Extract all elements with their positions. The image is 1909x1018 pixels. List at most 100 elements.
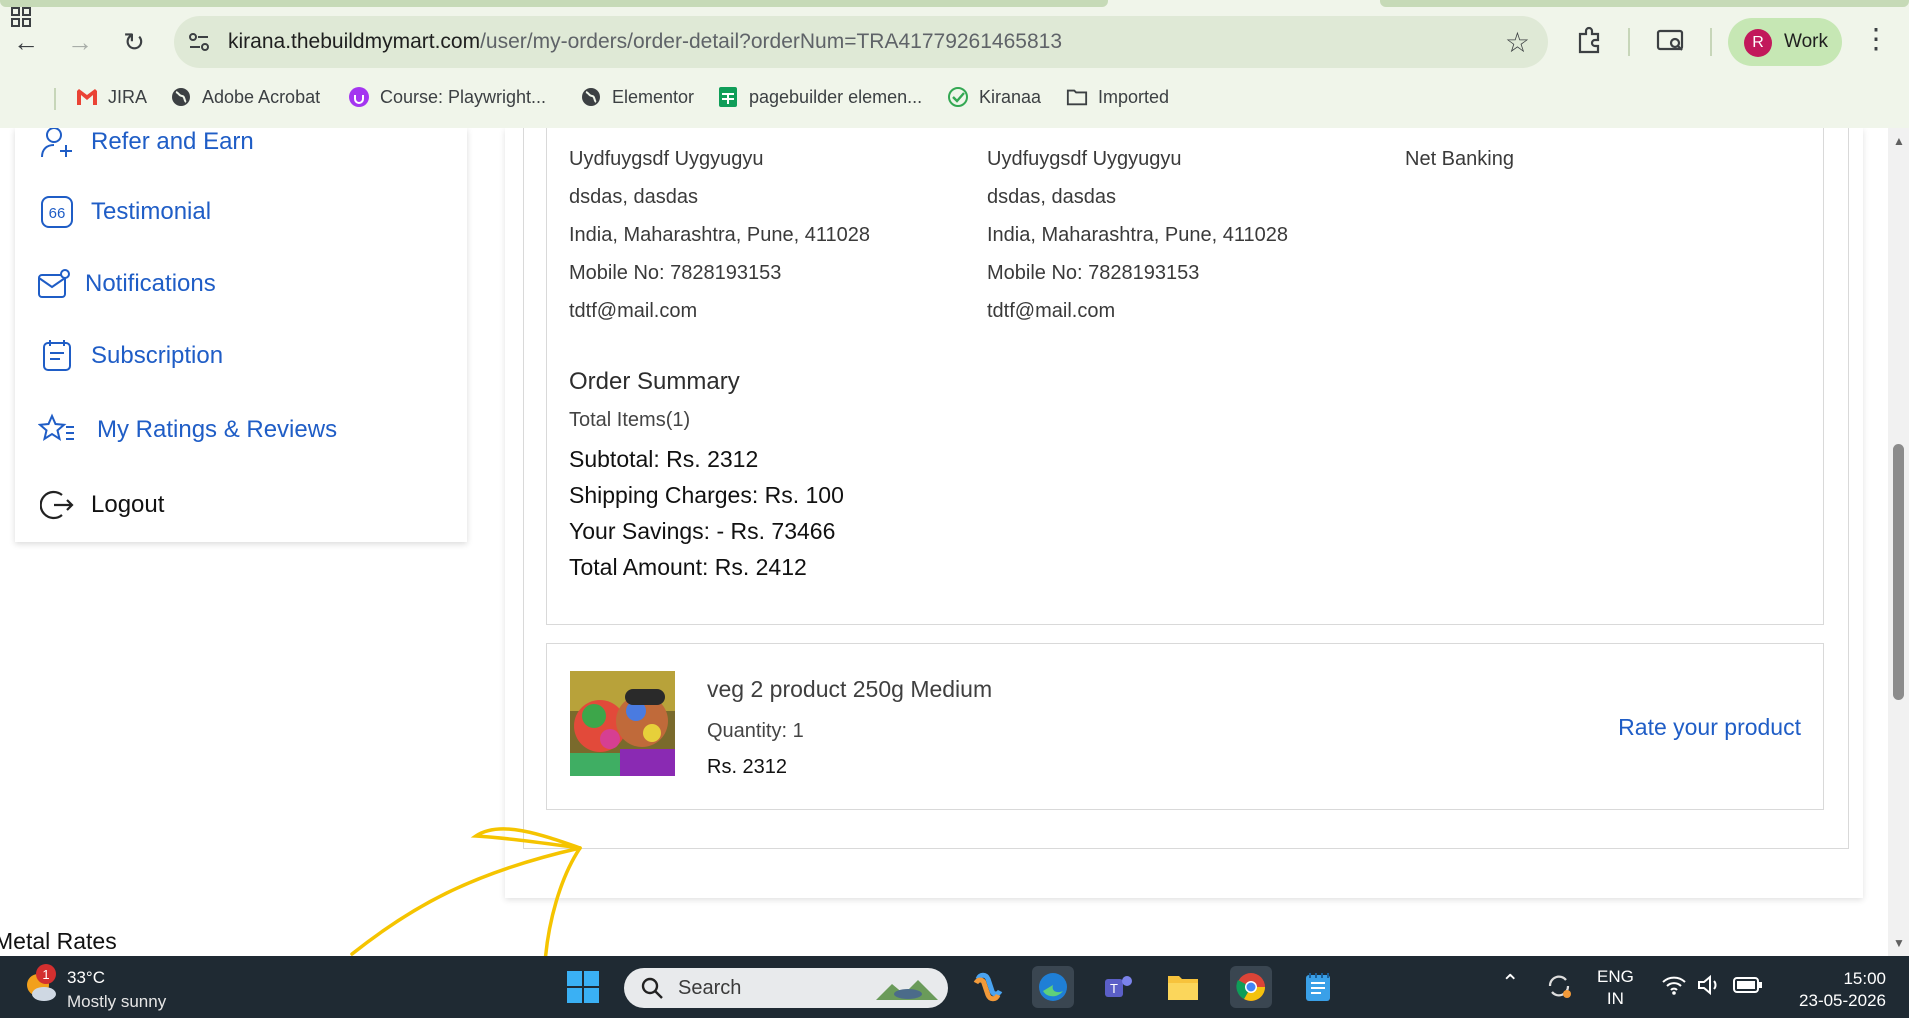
bookmark-label: Course: Playwright...: [380, 86, 547, 107]
search-icon: [641, 977, 663, 999]
product-name[interactable]: veg 2 product 250g Medium: [707, 676, 992, 703]
order-total-items: Total Items(1): [569, 409, 691, 431]
billing-line1: dsdas, dasdas: [569, 186, 698, 208]
url-host: kirana.thebuildmymart.com: [228, 30, 481, 53]
url-text[interactable]: kirana.thebuildmymart.com/user/my-orders…: [228, 30, 1062, 54]
edge-app-icon[interactable]: [1032, 966, 1074, 1008]
back-arrow-icon: ←: [13, 26, 39, 57]
shipping-name: Uydfuygsdf Uygyugyu: [987, 148, 1182, 170]
sidebar-item-refer-and-earn[interactable]: Refer and Earn: [37, 128, 254, 162]
input-language[interactable]: ENG IN: [1597, 966, 1634, 1010]
tray-overflow-chevron-icon[interactable]: ⌃: [1501, 970, 1519, 996]
mail-icon: [37, 264, 71, 304]
bookmark-jira[interactable]: JIRA: [76, 86, 147, 108]
sidebar-item-label: My Ratings & Reviews: [97, 416, 338, 443]
browser-chrome: ← → ↻ kirana.thebuildmymart.com/user/my-…: [0, 0, 1909, 128]
taskbar-search[interactable]: Search: [624, 968, 948, 1008]
sidebar-item-logout[interactable]: Logout: [37, 485, 164, 525]
shipping-line2: India, Maharashtra, Pune, 411028: [987, 224, 1288, 246]
order-product-row: veg 2 product 250g Medium Quantity: 1 Rs…: [546, 643, 1824, 810]
weather-temperature[interactable]: 33°C: [67, 968, 105, 988]
rate-product-link[interactable]: Rate your product: [1618, 714, 1801, 741]
bookmark-kiranaa[interactable]: Kiranaa: [947, 86, 1041, 108]
back-button[interactable]: ←: [6, 22, 46, 62]
wifi-icon[interactable]: [1661, 974, 1687, 996]
sidebar-item-subscription[interactable]: Subscription: [37, 336, 223, 376]
check-icon: [947, 86, 969, 108]
bookmark-imported-folder[interactable]: Imported: [1066, 86, 1169, 108]
notepad-app-icon[interactable]: [1297, 966, 1339, 1008]
reload-button[interactable]: ↻: [114, 22, 154, 62]
volume-icon[interactable]: [1697, 974, 1721, 996]
sidebar-item-label: Testimonial: [91, 198, 212, 225]
order-savings: Your Savings: - Rs. 73466: [569, 518, 836, 544]
scroll-down-icon[interactable]: ▼: [1893, 936, 1905, 950]
scroll-up-icon[interactable]: ▲: [1893, 134, 1905, 148]
billing-mobile: Mobile No: 7828193153: [569, 262, 782, 284]
site-settings-icon[interactable]: [186, 29, 212, 55]
reload-icon: ↻: [123, 26, 145, 57]
file-explorer-app-icon[interactable]: [1162, 966, 1204, 1008]
system-clock[interactable]: 15:00 23-05-2026: [1786, 968, 1886, 1012]
shipping-email: tdtf@mail.com: [987, 300, 1116, 322]
globe-icon: [170, 86, 192, 108]
svg-text:66: 66: [49, 205, 66, 222]
teams-app-icon[interactable]: T: [1097, 966, 1139, 1008]
weather-condition[interactable]: Mostly sunny: [67, 992, 166, 1012]
profile-avatar: R: [1744, 29, 1772, 57]
page-scrollbar[interactable]: ▲ ▼: [1888, 128, 1909, 956]
windows-start-icon[interactable]: [566, 970, 600, 1004]
sidebar-item-my-ratings-reviews[interactable]: My Ratings & Reviews: [37, 410, 337, 450]
clock-date: 23-05-2026: [1799, 991, 1886, 1010]
bookmark-label: Imported: [1098, 86, 1170, 107]
browser-menu-icon[interactable]: ⋮: [1862, 22, 1890, 55]
billing-name: Uydfuygsdf Uygyugyu: [569, 148, 764, 170]
subscription-icon: [37, 336, 77, 376]
svg-text:T: T: [1110, 981, 1118, 996]
sidebar-item-testimonial[interactable]: 66 Testimonial: [37, 192, 211, 232]
forward-arrow-icon: →: [67, 26, 93, 57]
star-list-icon: [37, 410, 77, 450]
sidebar-item-notifications[interactable]: Notifications: [37, 264, 216, 304]
bookmark-adobe-acrobat[interactable]: Adobe Acrobat: [170, 86, 320, 108]
sidebar-item-label: Logout: [91, 491, 165, 518]
billing-line2: India, Maharashtra, Pune, 411028: [569, 224, 870, 246]
shipping-address: Uydfuygsdf Uygyugyu dsdas, dasdas India,…: [987, 140, 1288, 330]
page-viewport: Refer and Earn 66 Testimonial Notificati…: [0, 128, 1909, 956]
profile-label: Work: [1784, 31, 1828, 52]
product-quantity: Quantity: 1: [707, 720, 804, 742]
quote-icon: 66: [37, 192, 77, 232]
language-code: ENG: [1597, 967, 1634, 986]
apps-grid-icon[interactable]: [10, 6, 32, 28]
payment-info: Net Banking: [1405, 140, 1514, 178]
profile-button[interactable]: R Work: [1728, 18, 1842, 66]
toolbar-separator: [1710, 28, 1712, 56]
sync-icon[interactable]: [1545, 972, 1573, 1000]
shipping-line1: dsdas, dasdas: [987, 186, 1116, 208]
order-total-amount: Total Amount: Rs. 2412: [569, 554, 807, 580]
bookmark-label: JIRA: [108, 86, 148, 107]
battery-icon[interactable]: [1733, 976, 1763, 994]
region-code: IN: [1606, 989, 1624, 1008]
search-highlight-art: [876, 980, 938, 1000]
order-subtotal: Subtotal: Rs. 2312: [569, 446, 759, 472]
copilot-app-icon[interactable]: [967, 966, 1009, 1008]
chrome-app-icon[interactable]: [1230, 966, 1272, 1008]
account-sidebar: Refer and Earn 66 Testimonial Notificati…: [15, 128, 467, 542]
tab-other-edge[interactable]: [1380, 0, 1909, 7]
scroll-thumb[interactable]: [1893, 444, 1904, 700]
sidebar-item-label: Subscription: [91, 342, 224, 369]
address-bar[interactable]: kirana.thebuildmymart.com/user/my-orders…: [174, 16, 1548, 68]
forward-button[interactable]: →: [60, 22, 100, 62]
bookmark-label: pagebuilder elemen...: [749, 86, 923, 107]
cast-search-icon[interactable]: [1654, 24, 1688, 58]
order-summary-title: Order Summary: [569, 368, 740, 395]
bookmark-star-icon[interactable]: ☆: [1505, 26, 1530, 59]
product-price: Rs. 2312: [707, 756, 788, 778]
tab-active-edge[interactable]: [0, 0, 1108, 7]
bookmark-course-playwright[interactable]: Course: Playwright...: [348, 86, 546, 108]
bookmark-elementor[interactable]: Elementor: [580, 86, 694, 108]
bookmark-pagebuilder[interactable]: pagebuilder elemen...: [717, 86, 922, 108]
extensions-icon[interactable]: [1572, 24, 1606, 58]
url-path: /user/my-orders/order-detail?orderNum=TR…: [480, 30, 1062, 53]
